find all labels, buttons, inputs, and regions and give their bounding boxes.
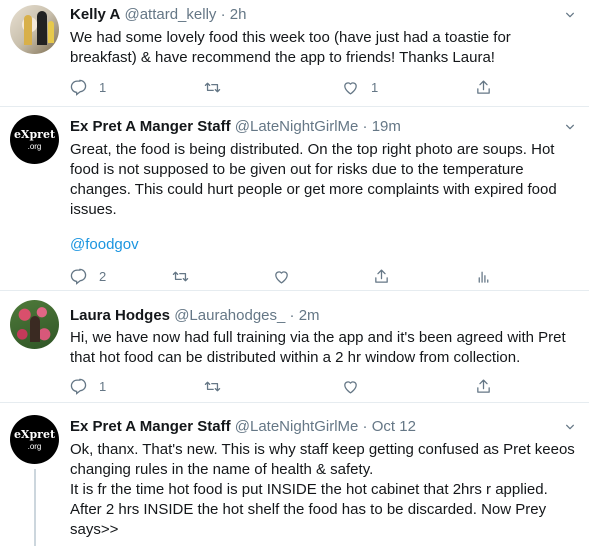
reply-count: 1 — [99, 79, 107, 95]
like-button[interactable] — [273, 266, 290, 286]
reply-count: 1 — [99, 378, 107, 394]
tweet-laura[interactable]: Laura Hodges @Laurahodges_ · 2m Hi, we h… — [0, 291, 589, 402]
reply-button[interactable]: 1 — [70, 376, 106, 396]
avatar-figure — [48, 21, 54, 43]
tweet-time[interactable]: Oct 12 — [372, 418, 416, 435]
separator-dot: · — [362, 118, 368, 135]
user-handle[interactable]: @attard_kelly — [124, 6, 216, 23]
expret-logo: eXpret — [13, 428, 56, 441]
user-name[interactable]: Ex Pret A Manger Staff — [70, 118, 231, 135]
like-count: 1 — [371, 79, 379, 95]
chevron-down-icon[interactable] — [565, 422, 575, 432]
reply-button[interactable]: 2 — [70, 266, 106, 286]
avatar-figure — [24, 15, 32, 45]
tweet-actions: 2 — [70, 266, 510, 286]
avatar[interactable] — [10, 5, 59, 54]
tweet-text: Hi, we have now had full training via th… — [70, 329, 566, 366]
heart-icon — [273, 268, 290, 285]
chevron-down-icon[interactable] — [565, 10, 575, 20]
analytics-icon — [475, 268, 492, 285]
tweet-actions: 1 — [70, 376, 510, 396]
user-name[interactable]: Ex Pret A Manger Staff — [70, 418, 231, 435]
user-name[interactable]: Laura Hodges — [70, 307, 170, 324]
share-button[interactable] — [475, 77, 492, 97]
tweet-actions: 1 1 — [70, 77, 510, 97]
expret-logo: eXpret — [13, 128, 56, 141]
reply-icon — [70, 268, 87, 285]
avatar-figure — [30, 316, 40, 342]
share-icon — [373, 268, 390, 285]
expret-logo-sub: .org — [27, 442, 42, 451]
retweet-button[interactable] — [172, 266, 189, 286]
chevron-down-icon[interactable] — [565, 122, 575, 132]
tweet-text: Great, the food is being distributed. On… — [70, 141, 557, 218]
separator-dot: · — [362, 418, 368, 435]
heart-icon — [342, 79, 359, 96]
avatar[interactable] — [10, 300, 59, 349]
like-button[interactable]: 1 — [342, 77, 378, 97]
retweet-icon — [204, 378, 221, 395]
tweet-header: Ex Pret A Manger Staff @LateNightGirlMe … — [70, 418, 416, 435]
mention-link[interactable]: @foodgov — [70, 236, 139, 253]
expret-logo-sub: .org — [27, 142, 42, 151]
tweet-kelly[interactable]: Kelly A @attard_kelly · 2h We had some l… — [0, 0, 589, 106]
tweet-header: Ex Pret A Manger Staff @LateNightGirlMe … — [70, 118, 401, 135]
analytics-button[interactable] — [475, 266, 492, 286]
separator-dot: · — [289, 307, 295, 324]
tweet-expret-1[interactable]: eXpret .org Ex Pret A Manger Staff @Late… — [0, 107, 589, 290]
share-button[interactable] — [373, 266, 390, 286]
tweet-header: Kelly A @attard_kelly · 2h — [70, 6, 246, 23]
avatar[interactable]: eXpret .org — [10, 415, 59, 464]
tweet-header: Laura Hodges @Laurahodges_ · 2m — [70, 307, 320, 324]
tweet-expret-2[interactable]: eXpret .org Ex Pret A Manger Staff @Late… — [0, 403, 589, 546]
reply-icon — [70, 378, 87, 395]
thread-line — [34, 469, 36, 546]
tweet-text: We had some lovely food this week too (h… — [70, 29, 511, 66]
retweet-button[interactable] — [204, 376, 221, 396]
reply-icon — [70, 79, 87, 96]
retweet-icon — [172, 268, 189, 285]
user-name[interactable]: Kelly A — [70, 6, 120, 23]
separator-dot: · — [220, 6, 226, 23]
tweet-time[interactable]: 2h — [230, 6, 247, 23]
avatar[interactable]: eXpret .org — [10, 115, 59, 164]
share-button[interactable] — [475, 376, 492, 396]
tweet-text: Ok, thanx. That's new. This is why staff… — [70, 441, 575, 538]
heart-icon — [342, 378, 359, 395]
reply-count: 2 — [99, 268, 107, 284]
share-icon — [475, 79, 492, 96]
avatar-figure — [37, 11, 47, 45]
user-handle[interactable]: @LateNightGirlMe — [235, 418, 359, 435]
retweet-button[interactable] — [204, 77, 221, 97]
user-handle[interactable]: @LateNightGirlMe — [235, 118, 359, 135]
tweet-time[interactable]: 19m — [372, 118, 401, 135]
reply-button[interactable]: 1 — [70, 77, 106, 97]
tweet-time[interactable]: 2m — [299, 307, 320, 324]
share-icon — [475, 378, 492, 395]
user-handle[interactable]: @Laurahodges_ — [174, 307, 285, 324]
like-button[interactable] — [342, 376, 359, 396]
retweet-icon — [204, 79, 221, 96]
